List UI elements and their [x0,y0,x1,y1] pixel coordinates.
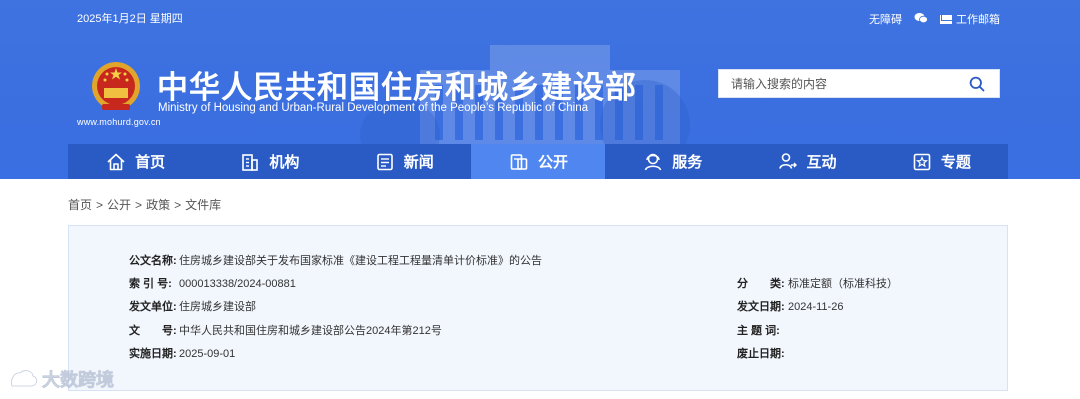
home-icon [107,153,125,170]
doc-number-label: 文 号: [129,325,177,337]
work-mail-link[interactable]: 工作邮箱 [940,11,1000,27]
doc-repeal-label: 废止日期: [737,348,785,360]
topic-star-icon [913,153,931,170]
breadcrumb-separator: > [96,198,104,212]
nav-item-interaction[interactable]: 互动 [739,144,873,179]
work-mail-label: 工作邮箱 [956,14,1000,26]
nav-item-label: 机构 [269,154,300,171]
nav-item-label: 新闻 [403,154,434,171]
site-title-en: Ministry of Housing and Urban-Rural Deve… [158,102,588,114]
doc-issue-date-row: 发文日期: 2024-11-26 [737,298,843,314]
news-icon [376,153,393,170]
doc-subject-label: 主 题 词: [737,325,780,337]
doc-category-value: 标准定额（标准科技） [788,278,898,290]
doc-issuer-value: 住房城乡建设部 [179,301,256,313]
breadcrumb-separator: > [174,198,182,212]
breadcrumb: 首页 > 公开 > 政策 > 文件库 [68,196,221,213]
doc-number-value: 中华人民共和国住房和城乡建设部公告2024年第212号 [179,325,442,337]
search-box [718,69,1000,98]
doc-effective-row: 实施日期: 2025-09-01 [129,345,235,361]
breadcrumb-home[interactable]: 首页 [68,198,92,212]
mail-icon [940,15,952,24]
doc-index-label: 索 引 号: [129,278,172,290]
nav-item-news[interactable]: 新闻 [337,144,471,179]
doc-title-label: 公文名称: [129,255,177,267]
document-info-panel: 公文名称: 住房城乡建设部关于发布国家标准《建设工程工程量清单计价标准》的公告 索… [68,225,1008,391]
service-icon [644,153,662,170]
breadcrumb-disclosure[interactable]: 公开 [107,198,131,212]
site-url[interactable]: www.mohurd.gov.cn [77,117,161,127]
nav-item-label: 首页 [135,154,166,171]
nav-item-label: 服务 [672,154,703,171]
search-input[interactable] [719,70,959,97]
site-title-cn[interactable]: 中华人民共和国住房和城乡建设部 [157,62,637,107]
nav-item-disclosure[interactable]: 公开 [470,144,606,179]
doc-subject-row: 主 题 词: [737,322,788,338]
watermark-logo: 大数跨境 [10,369,114,390]
doc-title-row: 公文名称: 住房城乡建设部关于发布国家标准《建设工程工程量清单计价标准》的公告 [129,252,542,268]
doc-issue-date-value: 2024-11-26 [788,301,844,313]
doc-repeal-row: 废止日期: [737,345,788,361]
doc-title-value: 住房城乡建设部关于发布国家标准《建设工程工程量清单计价标准》的公告 [179,255,542,267]
doc-category-row: 分 类: 标准定额（标准科技） [737,275,898,291]
interaction-icon [778,152,797,169]
national-emblem-logo[interactable] [90,60,142,114]
building-icon [242,153,259,171]
nav-item-organization[interactable]: 机构 [202,144,336,179]
accessibility-link[interactable]: 无障碍 [869,11,902,27]
nav-item-label: 专题 [940,154,971,171]
doc-index-value: 000013338/2024-00881 [179,278,296,290]
doc-effective-value: 2025-09-01 [179,348,236,360]
search-icon[interactable] [969,76,985,92]
doc-category-label: 分 类: [737,278,785,290]
doc-index-row: 索 引 号: 000013338/2024-00881 [129,275,296,291]
nav-item-home[interactable]: 首页 [68,144,202,179]
nav-item-label: 互动 [806,154,837,171]
doc-issue-date-label: 发文日期: [737,301,785,313]
doc-issuer-row: 发文单位: 住房城乡建设部 [129,298,256,314]
nav-item-label: 公开 [537,154,568,171]
doc-number-row: 文 号: 中华人民共和国住房和城乡建设部公告2024年第212号 [129,322,442,338]
disclosure-icon [510,153,528,170]
breadcrumb-policy[interactable]: 政策 [146,198,170,212]
breadcrumb-file-library[interactable]: 文件库 [185,198,221,212]
top-links: 无障碍 工作邮箱 [869,11,1000,27]
wechat-icon[interactable] [914,12,928,27]
main-nav: 首页 机构 新闻 公开 服务 互动 专题 [68,144,1008,179]
current-date: 2025年1月2日 星期四 [77,13,183,25]
doc-effective-label: 实施日期: [129,348,177,360]
nav-item-service[interactable]: 服务 [605,144,739,179]
nav-item-topics[interactable]: 专题 [874,144,1008,179]
doc-issuer-label: 发文单位: [129,301,177,313]
watermark-text: 大数跨境 [42,369,114,390]
breadcrumb-separator: > [135,198,143,212]
